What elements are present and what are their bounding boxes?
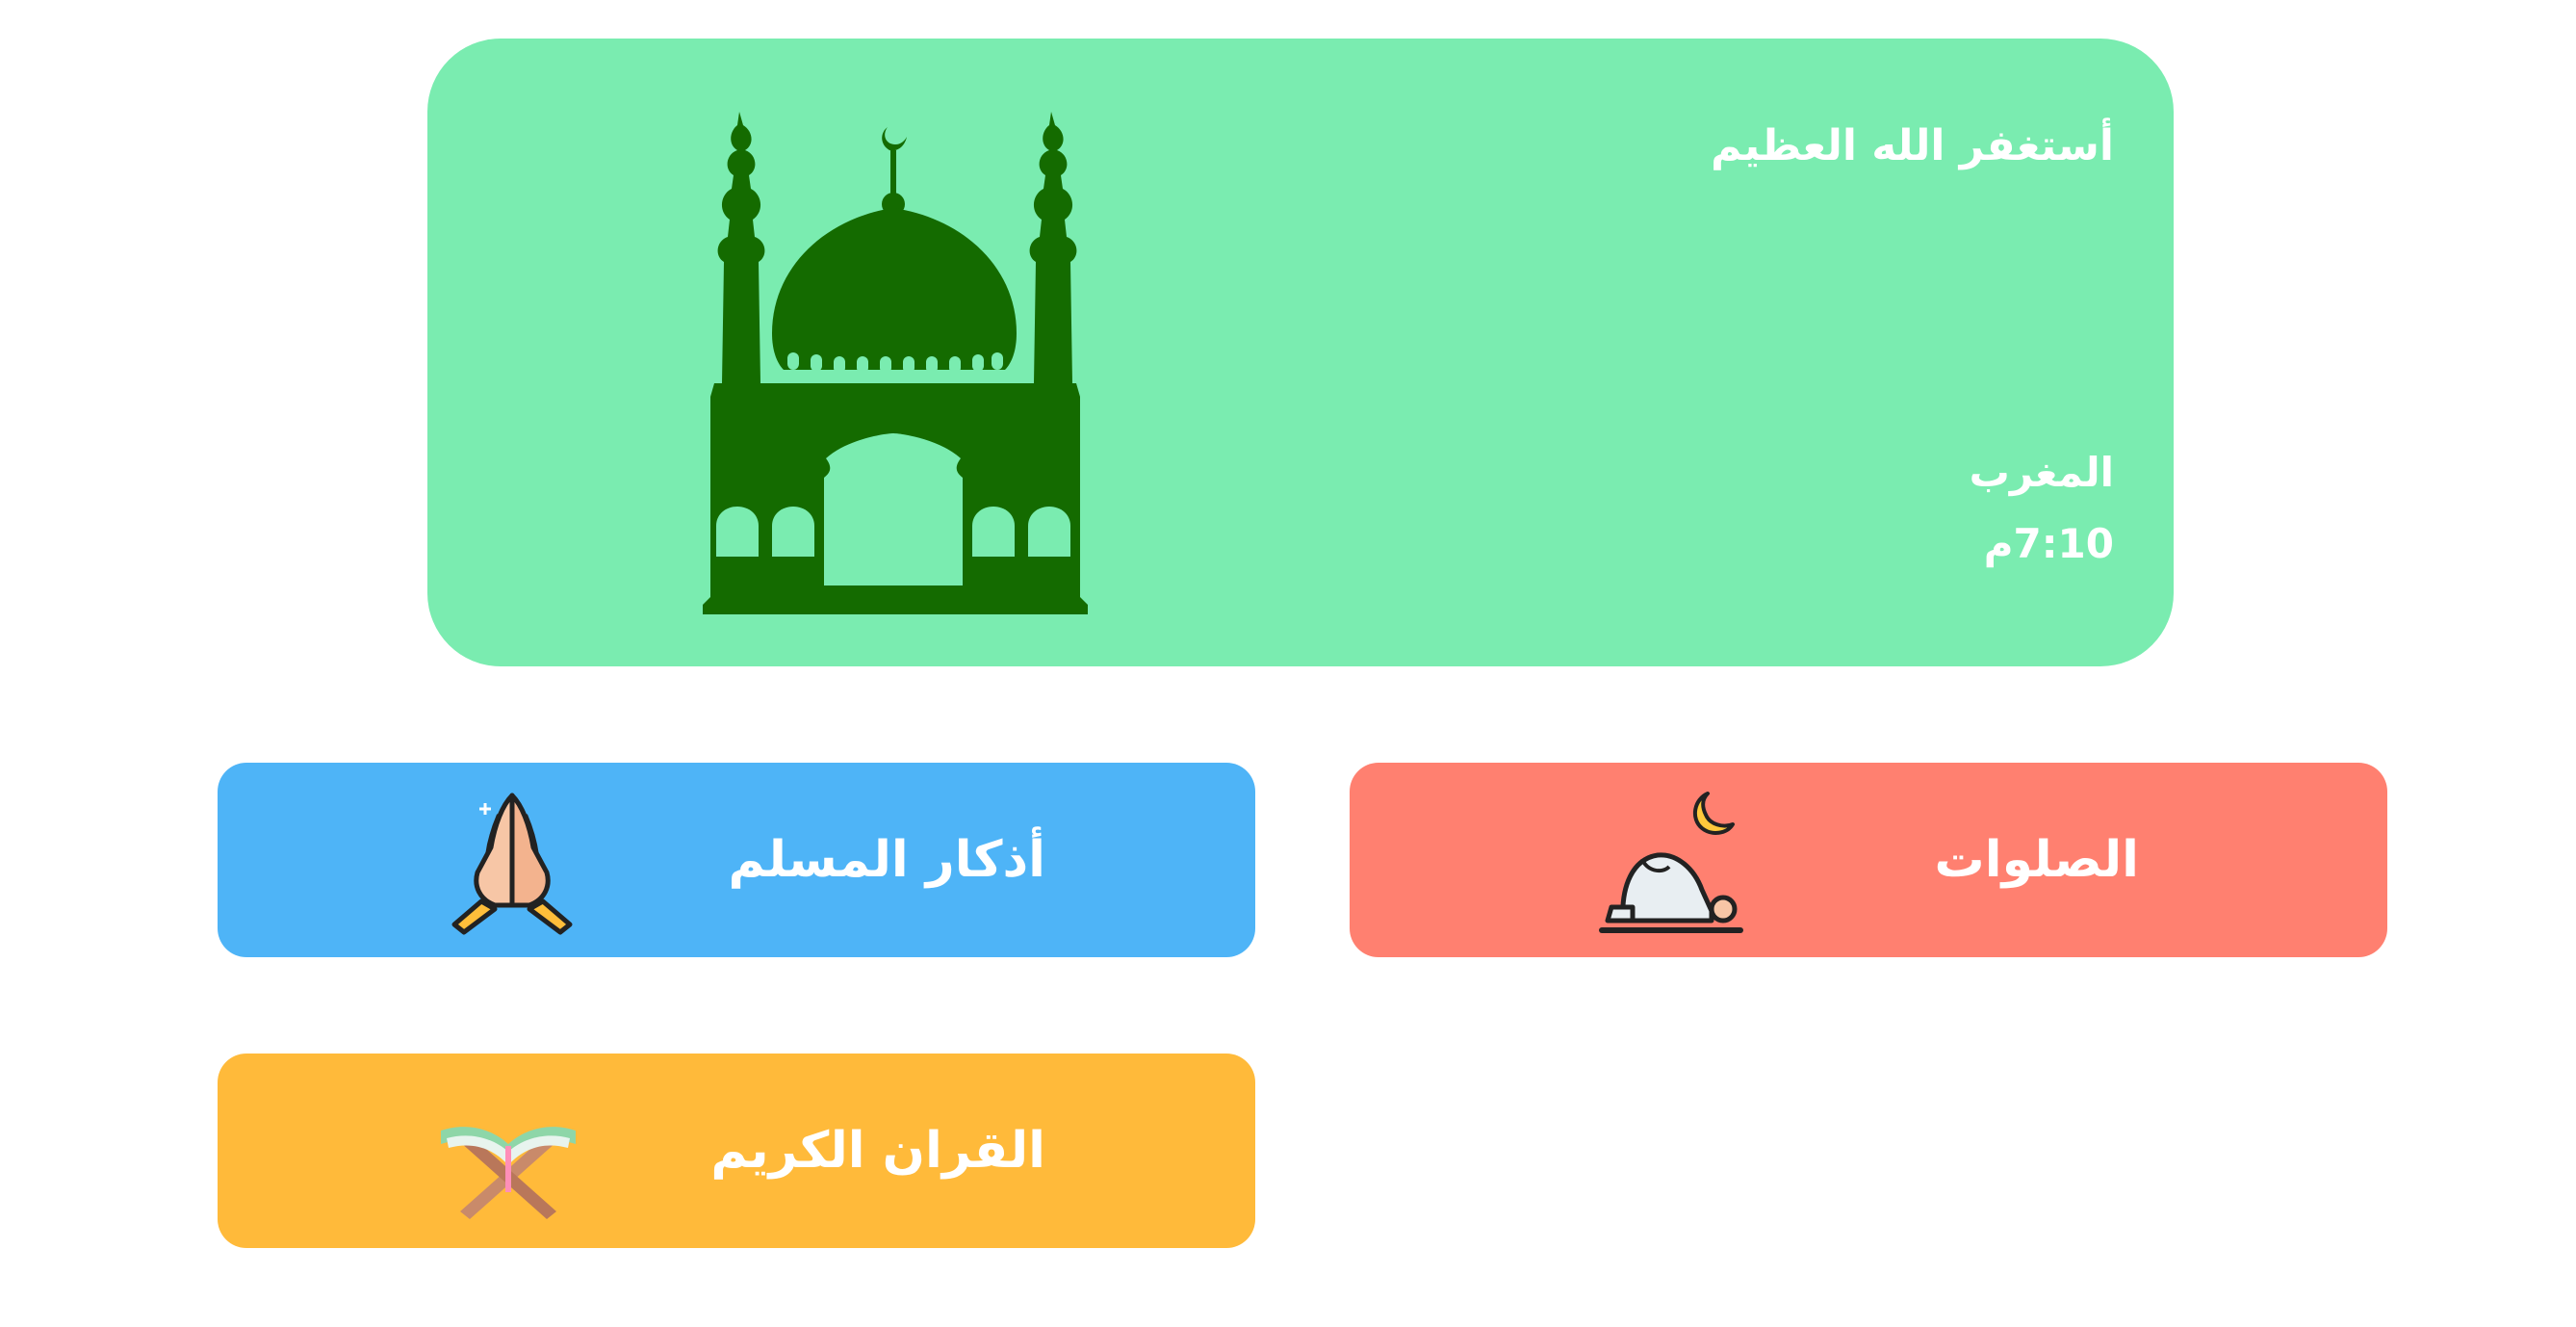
azkar-label: أذكار المسلم bbox=[728, 831, 1045, 889]
quran-card[interactable]: القران الكريم bbox=[218, 1054, 1255, 1248]
next-prayer-card: أستغفر الله العظيم المغرب 7:10م bbox=[427, 39, 2174, 666]
dhikr-text: أستغفر الله العظيم bbox=[1711, 121, 2114, 170]
prayer-time: 7:10م bbox=[1983, 520, 2114, 567]
salawat-label: الصلوات bbox=[1934, 831, 2140, 889]
quran-book-icon bbox=[441, 1127, 576, 1219]
mosque-icon bbox=[703, 112, 1088, 614]
app-page: أستغفر الله العظيم المغرب 7:10م أذكار ال… bbox=[0, 0, 2576, 1327]
prostrating-person-icon bbox=[1599, 792, 1743, 933]
prayer-name: المغرب bbox=[1969, 449, 2114, 496]
azkar-card[interactable]: أذكار المسلم bbox=[218, 763, 1255, 957]
praying-hands-icon bbox=[451, 793, 573, 935]
salawat-card[interactable]: الصلوات bbox=[1350, 763, 2387, 957]
quran-label: القران الكريم bbox=[710, 1122, 1045, 1180]
